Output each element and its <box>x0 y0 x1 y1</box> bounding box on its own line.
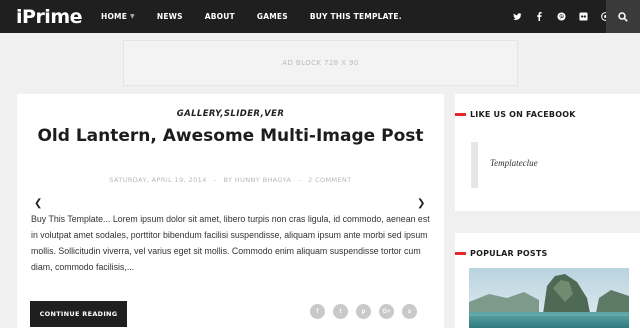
share-pinterest-icon[interactable]: p <box>356 304 371 319</box>
post-author[interactable]: BY HUNNY BHAGYA <box>223 176 291 184</box>
share-twitter-icon[interactable]: t <box>333 304 348 319</box>
post-card: GALLERY,SLIDER,VER Old Lantern, Awesome … <box>17 94 444 328</box>
widget-title: POPULAR POSTS <box>470 248 548 258</box>
main-nav: HOME ▼ NEWS ABOUT GAMES BUY THIS TEMPLAT… <box>101 0 424 33</box>
post-date: SATURDAY, APRIL 19, 2014 <box>109 176 207 184</box>
heading-accent-bar <box>455 251 466 255</box>
popular-post-thumbnail[interactable] <box>469 268 629 328</box>
slider-next-icon[interactable]: ❯ <box>417 198 425 209</box>
popular-posts-widget: POPULAR POSTS <box>455 233 640 328</box>
social-links <box>506 0 616 33</box>
facebook-page-name[interactable]: Templateclue <box>490 158 538 168</box>
meta-separator: - <box>298 176 302 184</box>
nav-item-label: HOME <box>101 12 128 21</box>
post-excerpt: Buy This Template... Lorem ipsum dolor s… <box>31 214 430 272</box>
continue-reading-button[interactable]: CONTINUE READING <box>30 301 127 327</box>
share-google-plus-icon[interactable]: G+ <box>379 304 394 319</box>
top-nav-bar: iPrime HOME ▼ NEWS ABOUT GAMES BUY THIS … <box>0 0 640 33</box>
flickr-icon[interactable] <box>572 0 594 33</box>
facebook-widget: LIKE US ON FACEBOOK Templateclue <box>455 94 640 211</box>
quote-bar <box>471 142 478 188</box>
share-stumbleupon-icon[interactable]: s <box>402 304 417 319</box>
meta-separator: - <box>213 176 217 184</box>
widget-heading: POPULAR POSTS <box>455 248 548 258</box>
nav-item-news[interactable]: NEWS <box>157 12 183 21</box>
chevron-down-icon: ▼ <box>130 13 135 20</box>
widget-title: LIKE US ON FACEBOOK <box>470 109 576 119</box>
post-meta: SATURDAY, APRIL 19, 2014 - BY HUNNY BHAG… <box>17 176 444 184</box>
nav-item-games[interactable]: GAMES <box>257 12 288 21</box>
search-button[interactable] <box>606 0 640 33</box>
heading-accent-bar <box>455 112 466 116</box>
post-categories[interactable]: GALLERY,SLIDER,VER <box>17 109 444 119</box>
search-icon <box>618 11 628 22</box>
post-comments[interactable]: 2 COMMENT <box>308 176 352 184</box>
widget-heading: LIKE US ON FACEBOOK <box>455 109 576 119</box>
post-title[interactable]: Old Lantern, Awesome Multi-Image Post <box>37 125 424 147</box>
share-buttons: f t p G+ s <box>310 304 425 319</box>
pinterest-icon[interactable] <box>550 0 572 33</box>
nav-item-buy-template[interactable]: BUY THIS TEMPLATE. <box>310 12 402 21</box>
share-facebook-icon[interactable]: f <box>310 304 325 319</box>
site-logo[interactable]: iPrime <box>16 6 83 28</box>
slider-prev-icon[interactable]: ❮ <box>34 198 42 209</box>
nav-item-about[interactable]: ABOUT <box>205 12 235 21</box>
nav-item-home[interactable]: HOME ▼ <box>101 12 135 21</box>
facebook-icon[interactable] <box>528 0 550 33</box>
ad-block: AD BLOCK 728 X 90 <box>123 40 518 86</box>
twitter-icon[interactable] <box>506 0 528 33</box>
